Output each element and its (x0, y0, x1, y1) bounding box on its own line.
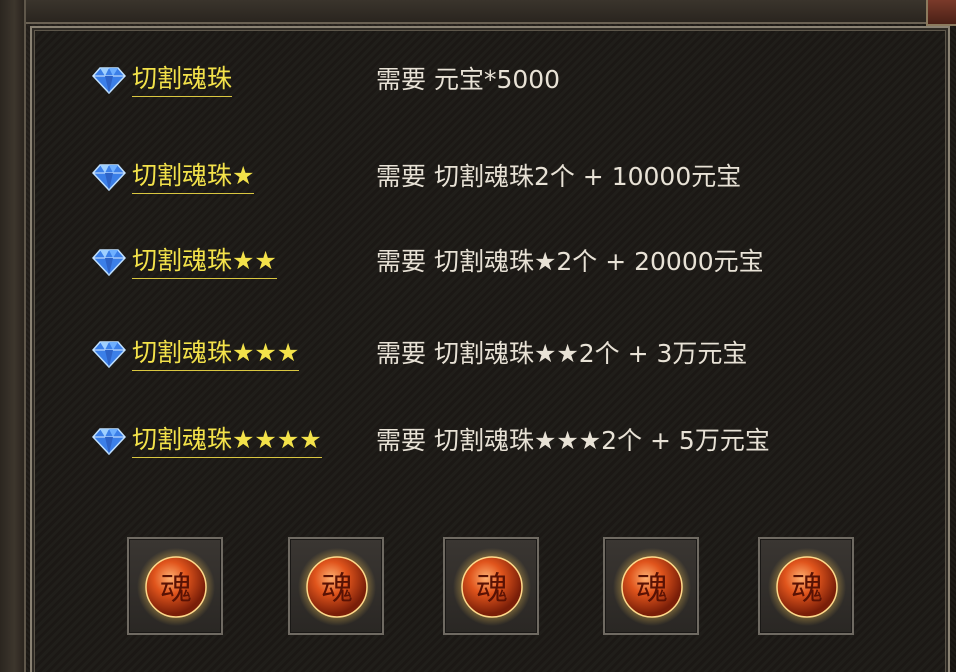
diamond-icon (92, 428, 126, 456)
recipe-requirement: 需要 切割魂珠★2个 + 20000元宝 (376, 247, 764, 276)
close-corner-button[interactable] (926, 0, 956, 26)
diamond-icon (92, 67, 126, 95)
item-slot-2[interactable]: 魂 (288, 537, 384, 635)
recipe-row: 切割魂珠 (92, 60, 233, 100)
recipe-row: 切割魂珠★★★★ (92, 421, 322, 461)
diamond-icon (92, 164, 126, 192)
recipe-row: 切割魂珠★★ (92, 242, 277, 282)
soul-orb-icon: 魂 (298, 548, 376, 626)
diamond-icon (92, 249, 126, 277)
item-slot-4[interactable]: 魂 (603, 537, 699, 635)
recipe-item-link[interactable]: 切割魂珠★★★★ (132, 424, 322, 458)
svg-text:魂: 魂 (160, 569, 192, 607)
window-frame-top (0, 0, 956, 24)
diamond-icon (92, 341, 126, 369)
recipe-item-link[interactable]: 切割魂珠★★★ (132, 337, 300, 371)
recipe-row: 切割魂珠★★★ (92, 334, 300, 374)
crafting-window: 切割魂珠 需要 元宝*5000 切割魂珠★ 需要 切割魂珠2个 + 10000元… (0, 0, 956, 672)
recipe-item-link[interactable]: 切割魂珠★ (132, 160, 255, 194)
recipe-item-link[interactable]: 切割魂珠 (132, 63, 233, 97)
recipe-row: 切割魂珠★ (92, 157, 255, 197)
svg-text:魂: 魂 (321, 569, 353, 607)
recipe-item-link[interactable]: 切割魂珠★★ (132, 245, 277, 279)
recipe-requirement: 需要 切割魂珠2个 + 10000元宝 (376, 162, 742, 191)
svg-text:魂: 魂 (476, 569, 508, 607)
soul-orb-icon: 魂 (768, 548, 846, 626)
soul-orb-icon: 魂 (613, 548, 691, 626)
recipe-requirement: 需要 元宝*5000 (376, 65, 561, 94)
soul-orb-icon: 魂 (137, 548, 215, 626)
window-frame-left (0, 0, 26, 672)
recipe-requirement: 需要 切割魂珠★★★2个 + 5万元宝 (376, 426, 770, 455)
recipe-requirement: 需要 切割魂珠★★2个 + 3万元宝 (376, 339, 748, 368)
item-slot-1[interactable]: 魂 (127, 537, 223, 635)
soul-orb-icon: 魂 (453, 548, 531, 626)
svg-text:魂: 魂 (791, 569, 823, 607)
svg-text:魂: 魂 (636, 569, 668, 607)
item-slot-5[interactable]: 魂 (758, 537, 854, 635)
item-slot-3[interactable]: 魂 (443, 537, 539, 635)
